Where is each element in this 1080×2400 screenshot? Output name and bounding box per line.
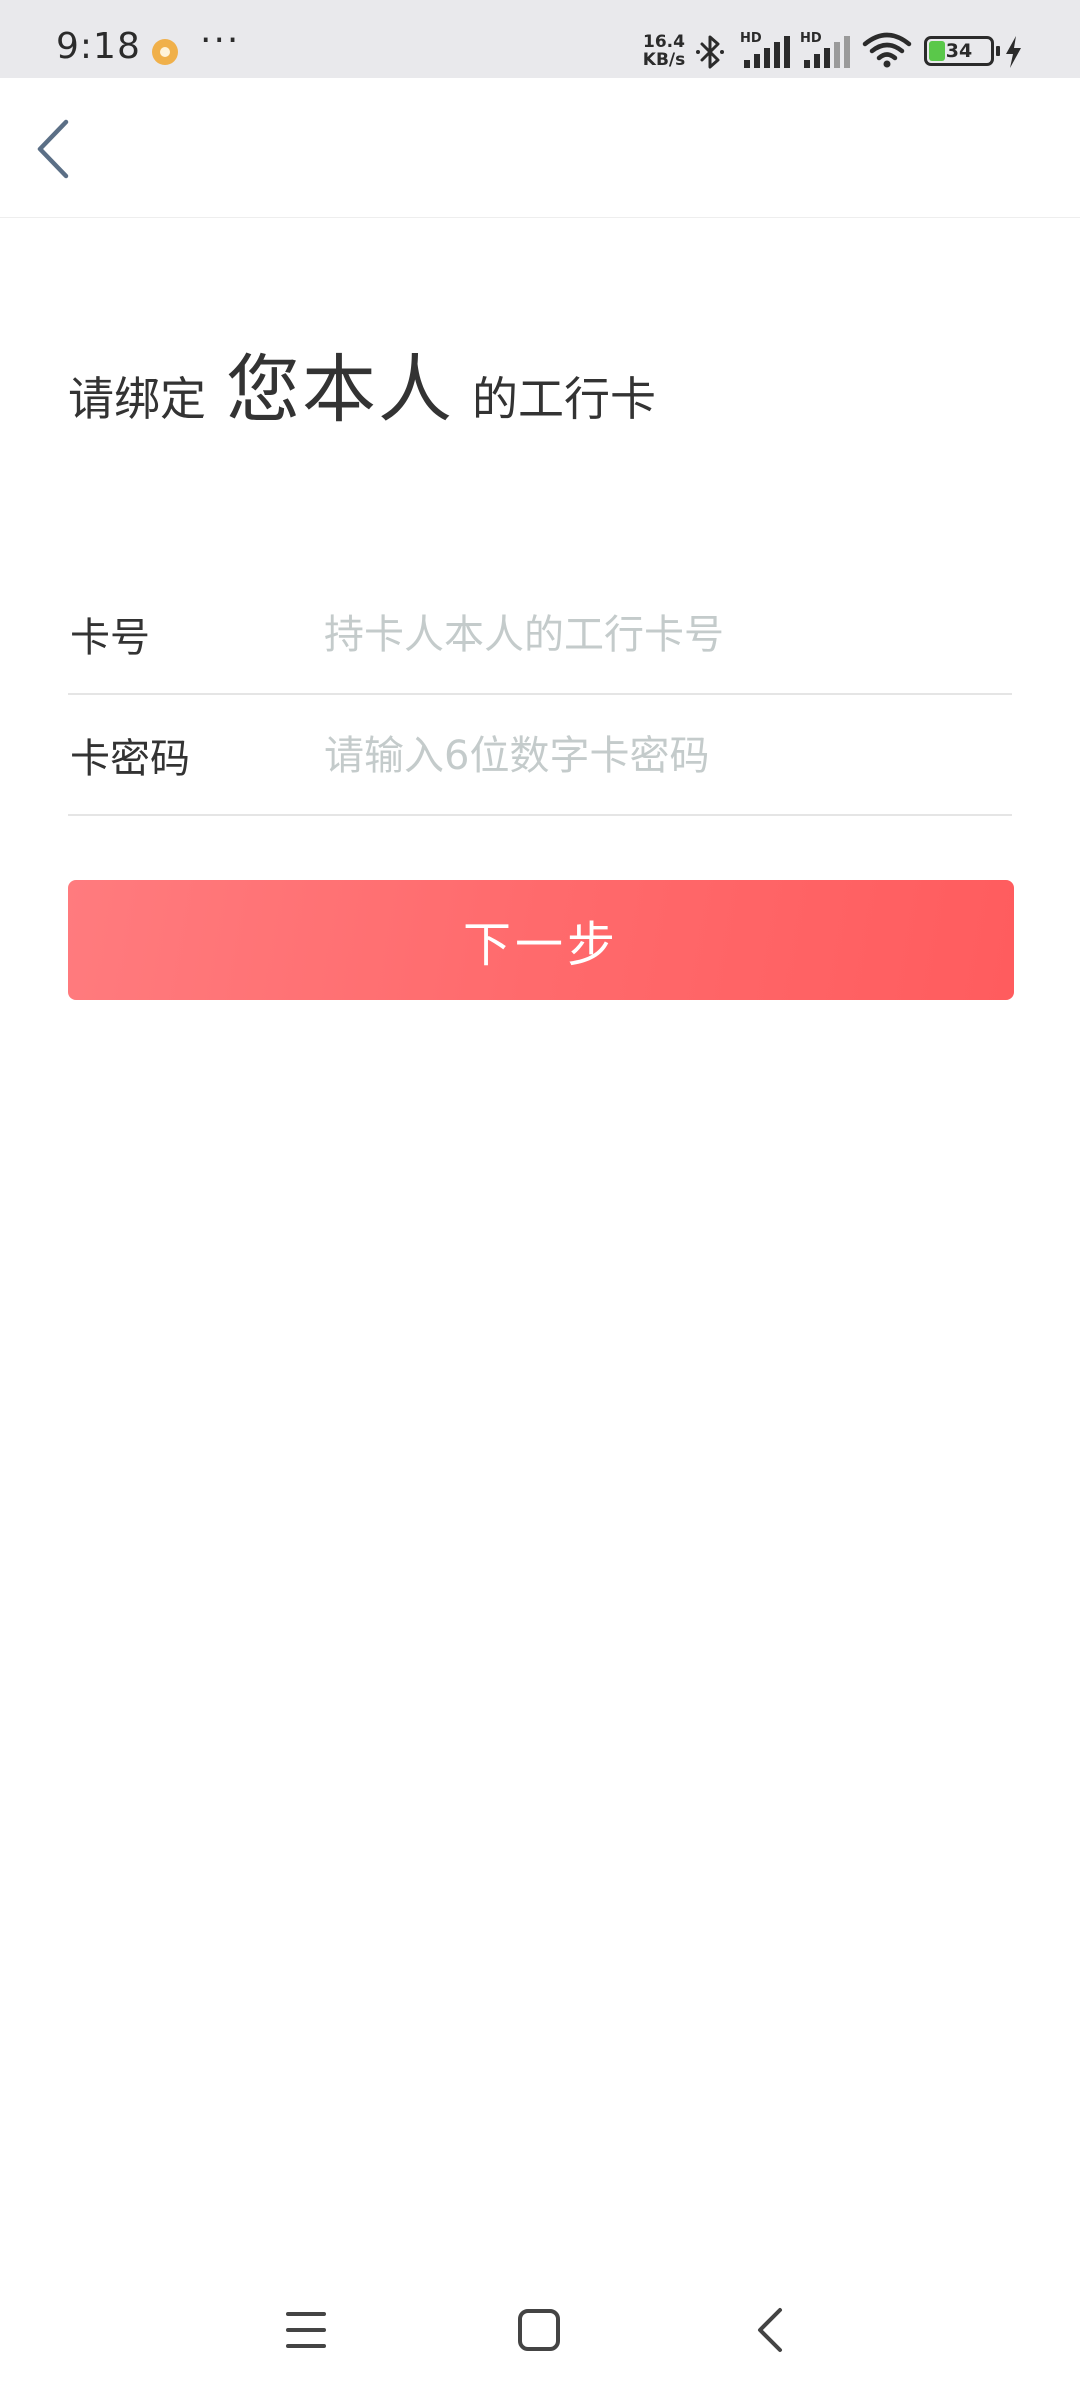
back-icon[interactable] bbox=[732, 2290, 812, 2370]
chevron-left-icon[interactable] bbox=[30, 114, 80, 184]
status-time: 9:18 bbox=[56, 26, 141, 67]
card-number-input[interactable] bbox=[324, 591, 1004, 679]
title-emphasis: 您本人 bbox=[226, 347, 454, 433]
card-number-label: 卡号 bbox=[70, 615, 150, 661]
next-step-button[interactable]: 下一步 bbox=[68, 880, 1014, 1000]
status-bar: 9:18 ··· 16.4 KB/s HD HD 34 bbox=[0, 0, 1080, 78]
wifi-icon bbox=[862, 32, 912, 68]
app-notification-icon bbox=[152, 39, 178, 65]
title-suffix: 的工行卡 bbox=[472, 372, 656, 426]
card-pin-label: 卡密码 bbox=[70, 736, 190, 782]
more-notifications-icon: ··· bbox=[200, 20, 241, 61]
card-pin-input[interactable] bbox=[324, 712, 1004, 800]
signal-hd-label: HD bbox=[740, 31, 762, 46]
network-speed: 16.4 KB/s bbox=[642, 33, 686, 69]
signal-hd-label: HD bbox=[800, 31, 822, 46]
top-bar bbox=[0, 78, 1080, 218]
battery-cap bbox=[996, 46, 1000, 56]
signal-icon: HD bbox=[800, 31, 850, 68]
signal-icon: HD bbox=[740, 31, 790, 68]
network-speed-unit: KB/s bbox=[642, 50, 686, 70]
page-title: 请绑定 您本人 的工行卡 bbox=[68, 330, 656, 433]
card-pin-row: 卡密码 bbox=[68, 696, 1012, 816]
system-nav-bar bbox=[0, 2270, 1080, 2400]
bind-card-page: 9:18 ··· 16.4 KB/s HD HD 34 请绑定 您本人 的工行卡… bbox=[0, 0, 1080, 2400]
bluetooth-icon bbox=[696, 35, 724, 69]
battery-icon: 34 bbox=[924, 36, 994, 66]
card-number-row: 卡号 bbox=[68, 575, 1012, 695]
battery-level: 34 bbox=[945, 40, 973, 62]
home-icon[interactable] bbox=[499, 2290, 579, 2370]
title-prefix: 请绑定 bbox=[68, 372, 206, 426]
network-speed-value: 16.4 bbox=[643, 32, 685, 52]
menu-icon[interactable] bbox=[266, 2290, 346, 2370]
charging-icon bbox=[1006, 36, 1021, 68]
